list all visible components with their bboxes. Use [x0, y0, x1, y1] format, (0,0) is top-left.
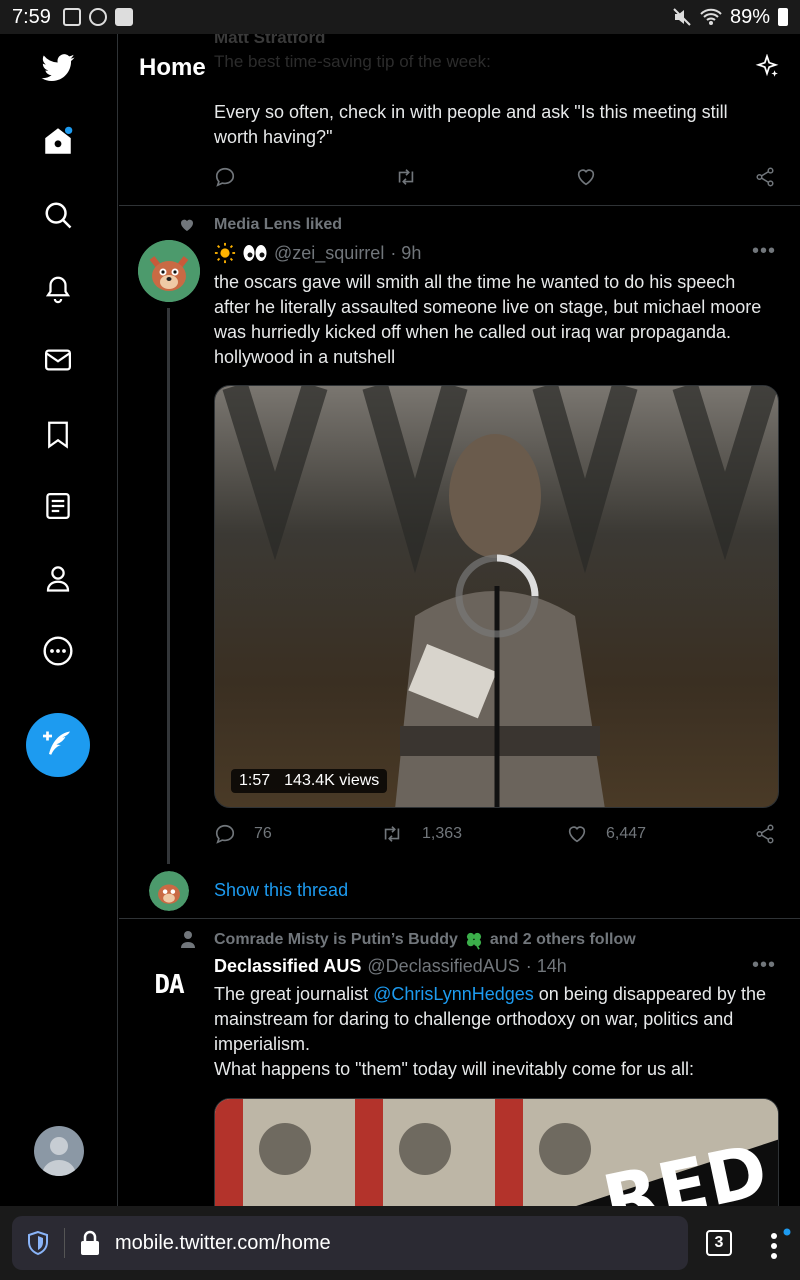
follow-person-icon: [181, 931, 195, 948]
reply-button[interactable]: 76: [214, 823, 272, 845]
tweet-text: Every so often, check in with people and…: [214, 102, 728, 147]
share-button[interactable]: [754, 823, 776, 845]
tweet-handle[interactable]: @DeclassifiedAUS: [367, 956, 519, 977]
user-avatar[interactable]: [138, 240, 200, 302]
video-thumbnail: [215, 386, 778, 807]
home-icon[interactable]: [35, 118, 81, 164]
share-icon: [756, 824, 774, 844]
battery-percent: 89%: [729, 5, 770, 28]
thread-connector-line: [167, 308, 170, 864]
reply-count: 76: [254, 825, 272, 842]
status-bar: 7:59 89%: [0, 0, 800, 34]
lock-icon[interactable]: [79, 1230, 101, 1256]
video-duration: 1:57: [239, 772, 271, 789]
thread-avatar[interactable]: [149, 871, 189, 911]
address-bar[interactable]: mobile.twitter.com/home: [12, 1216, 688, 1270]
declassified-avatar[interactable]: DA: [138, 954, 200, 1016]
kebab-menu-icon: [771, 1228, 791, 1259]
more-options-icon[interactable]: [35, 628, 81, 674]
twitter-logo-icon[interactable]: [35, 46, 81, 92]
wifi-icon: [700, 8, 722, 25]
page-title: Home: [139, 54, 206, 81]
check-notification-icon: [114, 8, 133, 26]
tweet-author-line: Declassified AUS @DeclassifiedAUS · 14h: [214, 956, 567, 977]
tweet-author-line: @zei_squirrel · 9h: [214, 242, 421, 264]
show-thread-link[interactable]: Show this thread: [214, 880, 348, 901]
social-context: Comrade Misty is Putin’s Buddy and 2 oth…: [214, 930, 636, 950]
video-info-badge: 1:57 143.4K views: [231, 769, 388, 793]
browser-menu-button[interactable]: [764, 1228, 791, 1262]
heart-icon: [568, 826, 586, 843]
retweet-icon: [384, 826, 400, 842]
compose-tweet-button[interactable]: [26, 713, 90, 777]
sun-emoji-icon: [214, 242, 236, 264]
eyes-emoji-icon: [243, 245, 267, 261]
retweet-button[interactable]: [394, 166, 418, 188]
compose-feather-icon: [43, 731, 70, 755]
avatar-logo-text: DA: [154, 970, 184, 1000]
browser-toolbar: mobile.twitter.com/home 3: [0, 1206, 800, 1280]
faded-tweet-text: The best time-saving tip of the week:: [214, 52, 491, 71]
messages-envelope-icon[interactable]: [35, 337, 81, 383]
tweet-time[interactable]: · 9h: [390, 243, 421, 264]
account-avatar[interactable]: [34, 1126, 84, 1176]
reply-icon: [215, 167, 235, 187]
social-context: Media Lens liked: [214, 216, 343, 233]
notifications-bell-icon[interactable]: [35, 266, 81, 312]
profile-icon[interactable]: [35, 555, 81, 601]
video-views: 143.4K views: [284, 772, 380, 789]
liked-heart-icon: [181, 219, 193, 231]
tweet-more-button[interactable]: •••: [752, 240, 776, 263]
search-icon[interactable]: [35, 192, 81, 238]
screen-record-icon: [88, 8, 107, 26]
like-button[interactable]: 6,447: [566, 823, 646, 845]
timeline: Matt Stratford The best time-saving tip …: [119, 34, 800, 1206]
heart-icon: [577, 169, 595, 186]
faded-author-name: Matt Stratford: [214, 34, 326, 47]
like-count: 6,447: [606, 825, 647, 842]
tweet-image[interactable]: RED: [214, 1098, 779, 1206]
reply-icon: [215, 824, 235, 844]
author-display-name[interactable]: Declassified AUS: [214, 956, 361, 977]
tweet-text-line: What happens to "them" today will inevit…: [214, 1059, 695, 1079]
tweet-actions: 76 1,363 6,447: [214, 823, 776, 849]
mute-icon: [673, 8, 691, 26]
tweet-text-part: The great journalist: [214, 984, 374, 1004]
video-player[interactable]: 1:57 143.4K views: [214, 385, 779, 808]
tab-counter-button[interactable]: 3: [706, 1230, 732, 1256]
lists-icon[interactable]: [35, 483, 81, 529]
shamrock-emoji-icon: [466, 932, 481, 950]
tweet-more-button[interactable]: •••: [752, 954, 776, 977]
tweet-actions: [214, 166, 776, 192]
reply-button[interactable]: [214, 166, 236, 188]
tweet-handle[interactable]: @zei_squirrel: [274, 243, 384, 264]
tweet-divider: [119, 205, 800, 206]
tweet-divider: [119, 918, 800, 919]
tweet-text: The great journalist @ChrisLynnHedges on…: [214, 982, 774, 1082]
social-context-name[interactable]: Comrade Misty is Putin’s Buddy: [214, 931, 458, 949]
tweet-time[interactable]: · 14h: [526, 956, 567, 977]
tweet-text: the oscars gave will smith all the time …: [214, 272, 762, 367]
like-button[interactable]: [575, 166, 597, 188]
address-bar-divider: [64, 1228, 65, 1258]
retweet-button[interactable]: 1,363: [380, 823, 462, 845]
share-icon: [756, 167, 774, 187]
gallery-notification-icon: [62, 8, 81, 26]
mention-link[interactable]: @ChrisLynnHedges: [373, 984, 534, 1004]
status-time: 7:59: [12, 5, 51, 28]
share-button[interactable]: [754, 166, 776, 188]
battery-icon: [778, 8, 788, 26]
tracking-protection-shield-icon[interactable]: [26, 1230, 50, 1256]
top-tweets-sparkle-icon[interactable]: [754, 53, 780, 85]
retweet-count: 1,363: [422, 825, 463, 842]
url-text[interactable]: mobile.twitter.com/home: [115, 1232, 331, 1255]
retweet-icon: [398, 169, 414, 185]
social-context-rest: and 2 others follow: [489, 931, 636, 948]
left-navigation: [0, 34, 118, 1206]
bookmarks-icon[interactable]: [35, 411, 81, 457]
